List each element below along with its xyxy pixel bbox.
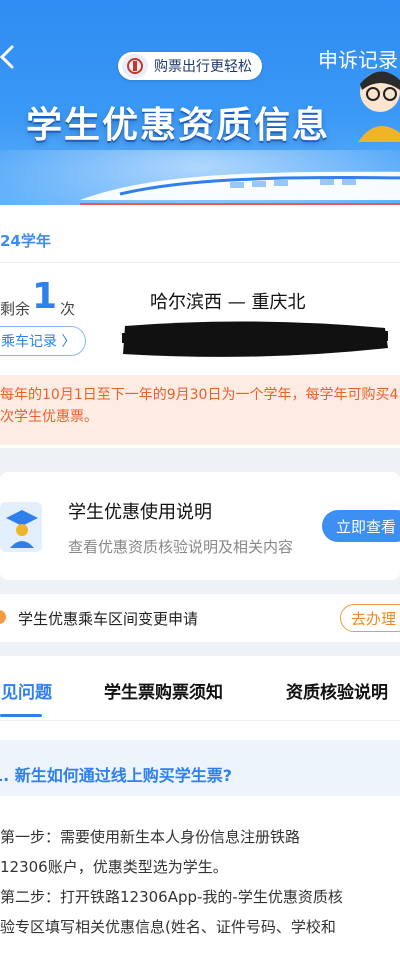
redaction-scribble: [121, 321, 389, 357]
answer-line: 第一步：需要使用新生本人身份信息注册铁路: [0, 828, 301, 846]
slogan-pill: 购票出行更轻松: [118, 52, 262, 80]
student-avatar-illustration: [358, 71, 400, 142]
remaining-label: 剩余: [0, 300, 31, 318]
railway-logo-icon: [122, 54, 148, 78]
school-year: 24学年: [0, 232, 51, 250]
remaining-count: 1: [32, 276, 58, 317]
view-now-button[interactable]: 立即查看: [322, 510, 400, 542]
divider: [0, 720, 400, 721]
answer-line: 第二步：打开铁路12306App-我的-学生优惠资质核: [0, 888, 343, 906]
notice-bell-icon: [0, 610, 6, 624]
tab-ticket-notes[interactable]: 学生票购票须知: [104, 678, 223, 703]
faq-answer: 第一步：需要使用新生本人身份信息注册铁路 12306账户，优惠类型选为学生。 第…: [0, 822, 400, 942]
route-text: 哈尔滨西 — 重庆北: [150, 292, 306, 313]
graduate-icon: [0, 502, 42, 552]
faq-question[interactable]: 1. 新生如何通过线上购买学生票?: [0, 762, 232, 786]
remaining-unit: 次: [60, 300, 76, 318]
section-change-label: 学生优惠乘车区间变更申请: [18, 610, 199, 628]
page-title: 学生优惠资质信息: [26, 105, 331, 146]
answer-line: 验专区填写相关优惠信息(姓名、证件号码、学校和: [0, 918, 336, 936]
ride-record-button[interactable]: 乘车记录 〉: [0, 326, 87, 356]
notice-text: 每年的10月1日至下一年的9月30日为一个学年，每学年可购买4次学生优惠票。: [0, 387, 399, 425]
active-tab-indicator: [0, 714, 42, 717]
train-illustration: [80, 171, 400, 205]
slogan-text: 购票出行更轻松: [154, 59, 252, 75]
answer-line: 12306账户，优惠类型选为学生。: [0, 858, 228, 876]
tab-verification-guide[interactable]: 资质核验说明: [286, 678, 388, 703]
go-handle-button[interactable]: 去办理: [340, 604, 400, 632]
guide-subtitle: 查看优惠资质核验说明及相关内容: [68, 538, 294, 556]
guide-title: 学生优惠使用说明: [68, 502, 212, 523]
divider: [0, 262, 400, 263]
back-icon[interactable]: [0, 44, 22, 70]
tab-common-questions[interactable]: 常见问题: [0, 678, 52, 703]
